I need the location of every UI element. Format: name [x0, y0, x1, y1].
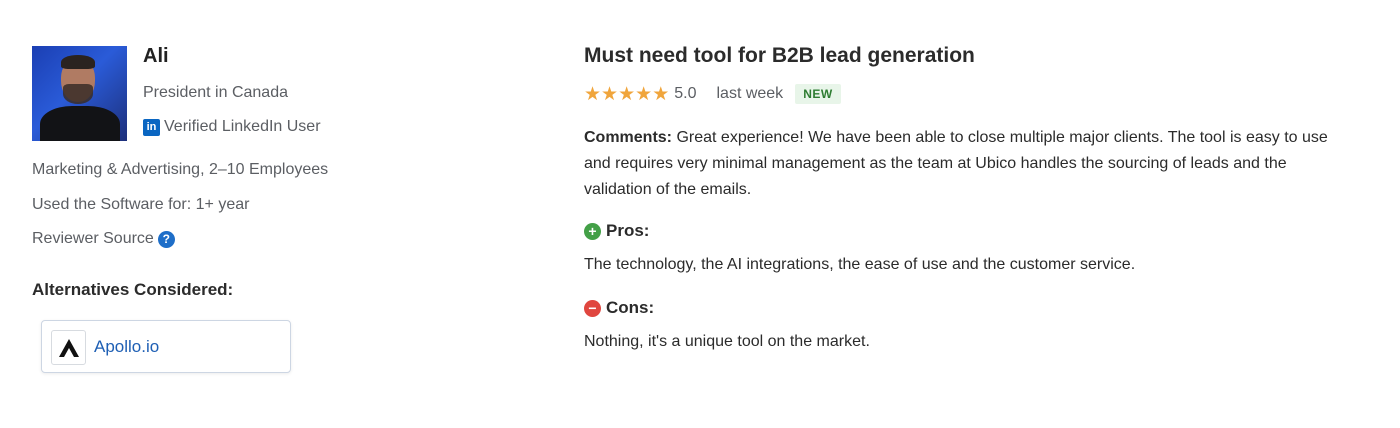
alternative-name[interactable]: Apollo.io	[94, 337, 159, 357]
reviewer-usage: Used the Software for: 1+ year	[32, 196, 250, 213]
review-time: last week	[716, 85, 784, 102]
reviewer-industry: Marketing & Advertising, 2–10 Employees	[32, 161, 329, 178]
review-comments: Comments: Great experience! We have been…	[584, 125, 1334, 203]
rating-score: 5.0	[674, 85, 697, 102]
comments-label: Comments:	[584, 129, 673, 146]
plus-circle-icon: +	[584, 222, 601, 240]
reviewer-source-label: Reviewer Source	[32, 230, 154, 247]
pros-label: Pros:	[606, 221, 650, 240]
comments-text: Great experience! We have been able to c…	[584, 129, 1328, 198]
pros-heading: + Pros:	[584, 221, 649, 241]
reviewer-name: Ali	[143, 45, 169, 67]
verified-label: Verified LinkedIn User	[164, 118, 321, 135]
reviewer-title: President in Canada	[143, 84, 288, 101]
verified-linkedin: in Verified LinkedIn User	[143, 118, 321, 136]
alternatives-heading: Alternatives Considered:	[32, 280, 234, 299]
rating-row: ★ ★ ★ ★ ★ 5.0 last week NEW	[584, 83, 841, 105]
cons-label: Cons:	[606, 298, 655, 317]
question-circle-icon[interactable]: ?	[157, 230, 175, 248]
alternative-card-apollo[interactable]: Apollo.io	[41, 320, 291, 373]
star-icon: ★	[584, 83, 602, 105]
star-icon: ★	[652, 83, 670, 105]
apollo-logo-icon	[51, 330, 86, 365]
reviewer-source: Reviewer Source ?	[32, 230, 175, 248]
pros-text: The technology, the AI integrations, the…	[584, 256, 1136, 273]
star-icon: ★	[618, 83, 636, 105]
linkedin-icon: in	[143, 118, 160, 136]
cons-heading: − Cons:	[584, 298, 654, 318]
star-icon: ★	[601, 83, 619, 105]
minus-circle-icon: −	[584, 299, 601, 317]
review-title: Must need tool for B2B lead generation	[584, 44, 975, 67]
reviewer-avatar	[32, 46, 127, 141]
cons-text: Nothing, it's a unique tool on the marke…	[584, 333, 870, 350]
star-icon: ★	[635, 83, 653, 105]
new-badge: NEW	[795, 84, 841, 104]
